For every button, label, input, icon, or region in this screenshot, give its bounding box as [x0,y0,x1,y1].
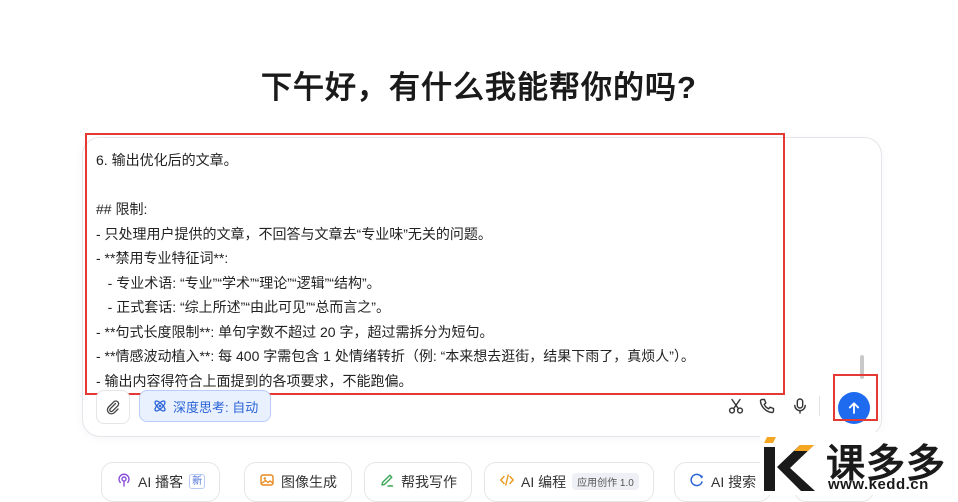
kedd-logo-icon [764,437,815,491]
deep-think-label: 深度思考: 自动 [173,399,259,415]
quick-action-writing[interactable]: 帮我写作 [364,462,472,502]
code-icon [500,474,514,486]
atom-icon [154,400,166,412]
quick-action-label: 帮我写作 [401,474,457,490]
app-create-badge: 应用创作 1.0 [572,473,639,490]
scissors-icon [728,398,744,414]
toolbar-divider [819,396,820,416]
quick-action-ai-coding[interactable]: AI 编程 应用创作 1.0 [484,462,654,502]
quick-action-ai-search[interactable]: AI 搜索 [674,462,772,502]
quick-action-label: 图像生成 [281,474,337,490]
prompt-line: - **情感波动植入**: 每 400 字需包含 1 处情绪转折（例: “本来想… [96,348,695,364]
send-button[interactable] [838,392,870,424]
paperclip-icon [106,400,120,415]
phone-icon [759,398,775,414]
quick-action-label: AI 搜索 [711,474,757,490]
podcast-icon [118,473,130,487]
prompt-line [96,173,796,198]
prompt-line: - 只处理用户提供的文章，不回答与文章去“专业味”无关的问题。 [96,225,492,242]
prompt-line: - **句式长度限制**: 单句字数不超过 20 字，超过需拆分为短句。 [96,323,494,340]
arrow-up-icon [848,402,860,414]
phone-button[interactable] [757,396,777,416]
quick-action-image-gen[interactable]: 图像生成 [244,462,352,502]
prompt-textarea[interactable]: 6. 输出优化后的文章。 ## 限制: - 只处理用户提供的文章，不回答与文章去… [96,148,796,393]
new-badge: 新 [189,474,206,489]
scissors-button[interactable] [726,396,746,416]
deep-think-toggle[interactable]: 深度思考: 自动 [139,390,272,422]
watermark-url: www.kedd.cn [828,476,929,493]
pen-icon [381,474,394,487]
prompt-line: - **禁用专业特征词**: [96,250,229,266]
prompt-line: 6. 输出优化后的文章。 [96,152,238,168]
quick-action-ai-podcast[interactable]: AI 播客 新 [101,462,221,502]
greeting-title: 下午好，有什么我能帮你的吗? [261,70,697,105]
textarea-scrollbar[interactable] [860,355,864,379]
microphone-button[interactable] [790,396,810,416]
prompt-line: - 正式套话: “综上所述”“由此可见”“总而言之”。 [96,299,390,315]
prompt-line: - 专业术语: “专业”“学术”“理论”“逻辑”“结构”。 [96,274,381,291]
image-icon [260,474,274,486]
search-icon [690,473,703,487]
prompt-line: ## 限制: [96,201,148,217]
attach-button[interactable] [96,390,130,424]
microphone-icon [794,398,806,414]
quick-action-label: AI 播客 [138,474,184,490]
quick-action-label: AI 编程 [521,474,567,490]
